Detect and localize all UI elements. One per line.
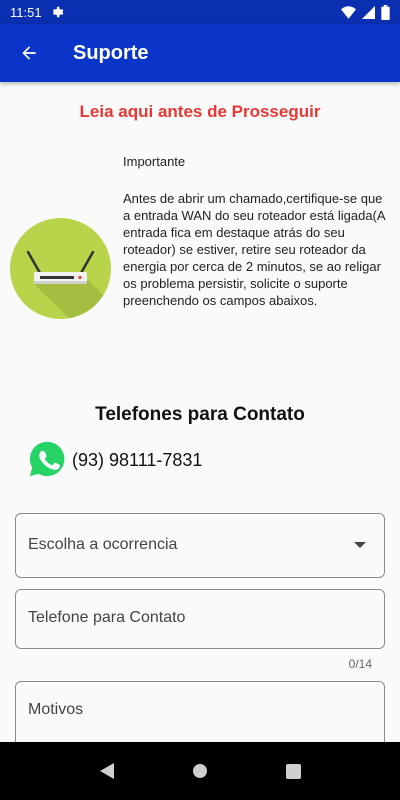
nav-home-icon[interactable] bbox=[192, 763, 208, 779]
reasons-field[interactable]: Motivos bbox=[15, 681, 385, 742]
wifi-icon bbox=[341, 5, 356, 19]
page-title: Suporte bbox=[73, 41, 149, 64]
occurrence-dropdown[interactable]: Escolha a ocorrencia bbox=[15, 513, 385, 578]
contacts-title: Telefones para Contato bbox=[95, 404, 305, 425]
status-icons bbox=[341, 4, 390, 20]
warning-title: Leia aqui antes de Prosseguir bbox=[79, 102, 321, 121]
info-heading: Importante bbox=[123, 154, 186, 169]
status-time: 11:51 bbox=[10, 4, 42, 20]
nav-back-icon[interactable] bbox=[99, 762, 115, 780]
contact-phone-number[interactable]: (93) 98111-7831 bbox=[72, 450, 202, 471]
main-content: Leia aqui antes de Prosseguir Importante… bbox=[0, 82, 400, 742]
reasons-field-label: Motivos bbox=[28, 701, 84, 718]
back-arrow-icon bbox=[22, 46, 36, 60]
router-illustration bbox=[10, 218, 111, 319]
contact-phone-field[interactable]: Telefone para Contato bbox=[15, 589, 385, 649]
contact-phone-field-label: Telefone para Contato bbox=[28, 609, 186, 626]
signal-icon bbox=[362, 5, 375, 19]
dropdown-arrow-icon bbox=[354, 542, 366, 548]
info-text: Antes de abrir um chamado,certifique-se … bbox=[123, 191, 385, 308]
occurrence-dropdown-label: Escolha a ocorrencia bbox=[28, 536, 178, 553]
phone-char-counter: 0/14 bbox=[348, 657, 372, 671]
nav-recents-icon[interactable] bbox=[286, 763, 302, 779]
battery-icon bbox=[381, 4, 390, 20]
router-icon bbox=[26, 250, 111, 319]
app-bar: Suporte bbox=[0, 24, 400, 82]
status-bar: 11:51 bbox=[0, 0, 400, 24]
gear-icon bbox=[52, 6, 63, 18]
back-button[interactable] bbox=[0, 24, 58, 82]
whatsapp-icon[interactable] bbox=[28, 440, 66, 478]
system-nav-bar bbox=[0, 742, 400, 800]
